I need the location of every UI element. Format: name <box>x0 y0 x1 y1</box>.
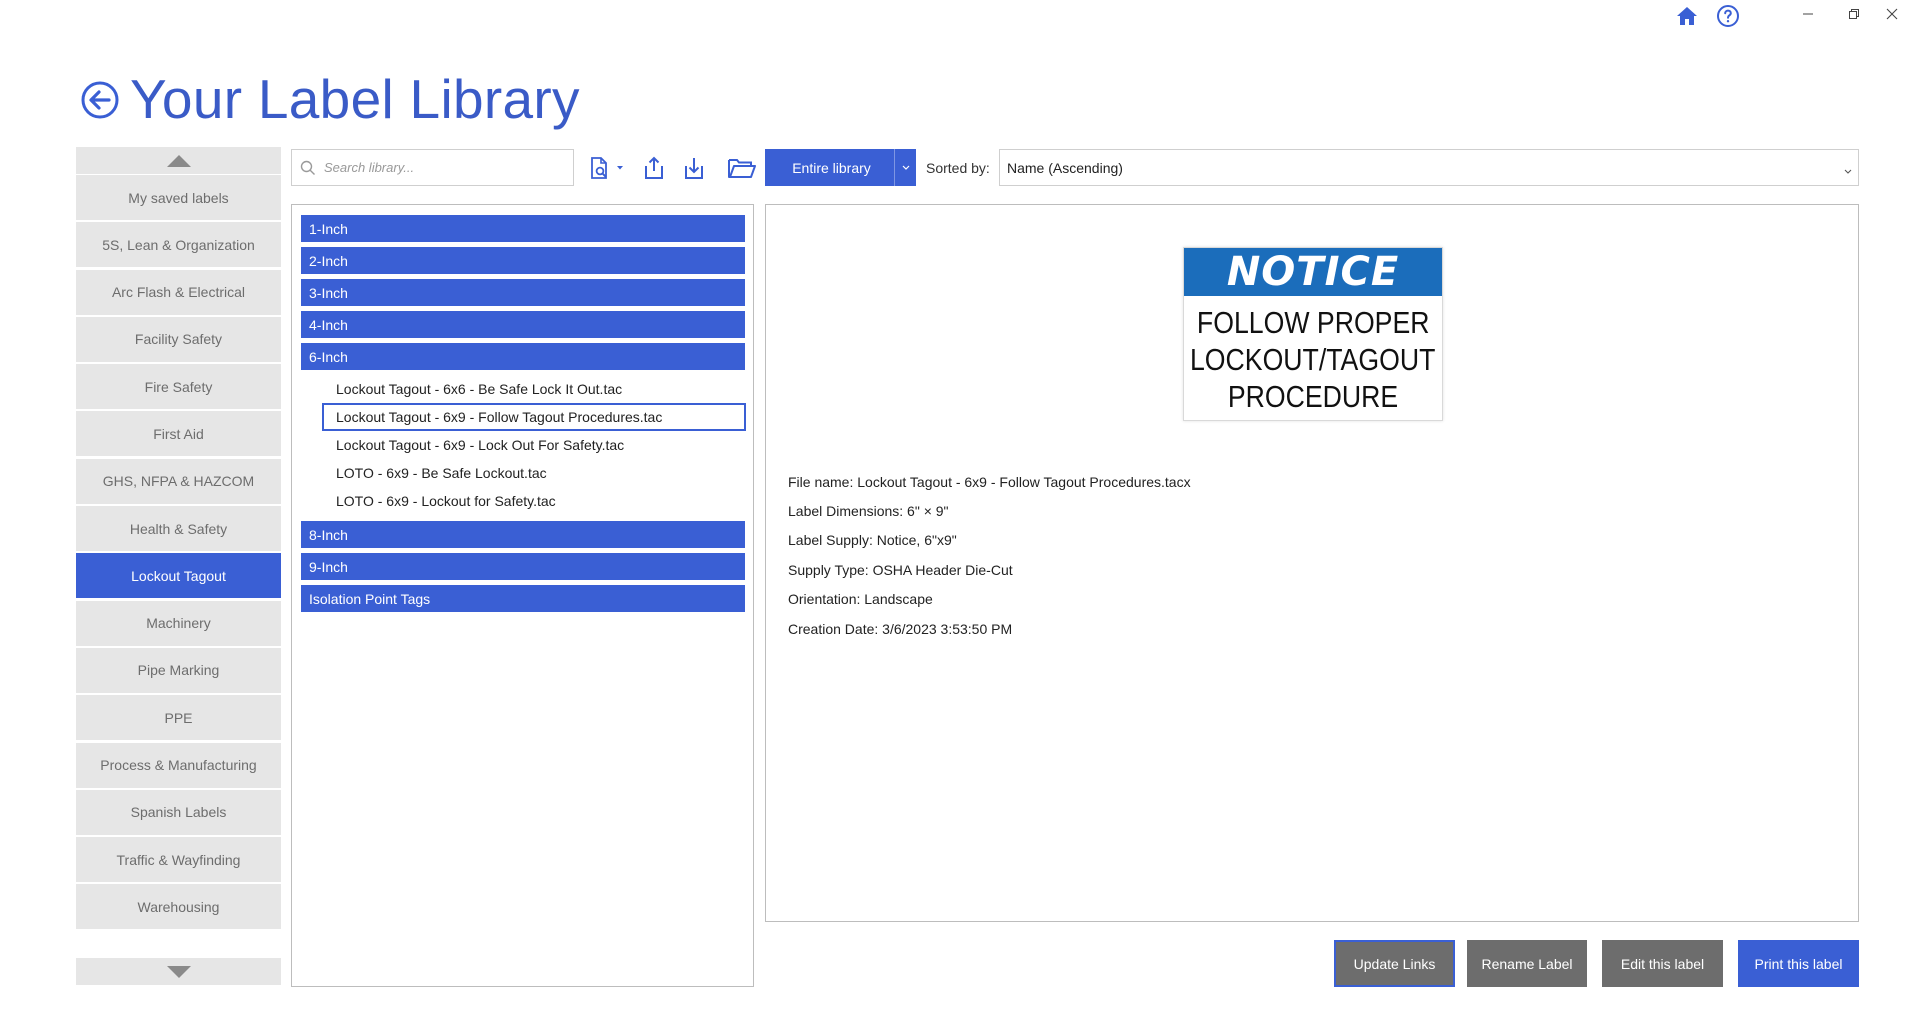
sidebar-item-ppe[interactable]: PPE <box>76 695 281 741</box>
print-label-button[interactable]: Print this label <box>1738 940 1859 987</box>
sidebar-list: My saved labels 5S, Lean & Organization Ar… <box>76 175 281 930</box>
sidebar-scroll-up-button[interactable] <box>76 147 281 174</box>
label-preview: NOTICE FOLLOW PROPER LOCKOUT/TAGOUT PROCED… <box>1183 247 1443 421</box>
restore-button[interactable] <box>1834 0 1874 28</box>
tree-file[interactable]: Lockout Tagout - 6x6 - Be Safe Lock It O… <box>322 375 746 403</box>
sidebar-item-5s-lean-organization[interactable]: 5S, Lean & Organization <box>76 222 281 268</box>
scope-dropdown-label: Entire library <box>792 159 871 176</box>
label-preview-line: LOCKOUT/TAGOUT <box>1190 341 1436 377</box>
sidebar-item-health-safety[interactable]: Health & Safety <box>76 506 281 552</box>
detail-line: File name: Lockout Tagout - 6x9 - Follow… <box>788 473 1191 490</box>
sidebar-item-ghs-nfpa-hazcom[interactable]: GHS, NFPA & HAZCOM <box>76 458 281 504</box>
library-search-button[interactable] <box>586 152 630 184</box>
sidebar-scroll-down-button[interactable] <box>76 958 281 985</box>
sort-select[interactable]: Name (Ascending) <box>999 149 1859 186</box>
tree-file[interactable]: Lockout Tagout - 6x9 - Lock Out For Safe… <box>322 431 746 459</box>
label-preview-header: NOTICE <box>1184 248 1442 296</box>
help-icon[interactable] <box>1714 2 1742 30</box>
detail-line: Creation Date: 3/6/2023 3:53:50 PM <box>788 620 1013 637</box>
scope-dropdown[interactable]: Entire library <box>765 149 916 186</box>
preview-panel: NOTICE FOLLOW PROPER LOCKOUT/TAGOUT PROCED… <box>765 204 1859 922</box>
chevron-down-icon <box>1844 162 1852 178</box>
home-icon[interactable] <box>1673 2 1701 30</box>
sidebar-item-arc-flash-electrical[interactable]: Arc Flash & Electrical <box>76 269 281 315</box>
detail-line: Label Supply: Notice, 6"x9" <box>788 532 957 549</box>
page-header: Your Label Library <box>80 72 580 127</box>
sort-select-value: Name (Ascending) <box>1007 159 1123 176</box>
label-preview-body: FOLLOW PROPER LOCKOUT/TAGOUT PROCEDURE <box>1184 296 1442 420</box>
sidebar-item-fire-safety[interactable]: Fire Safety <box>76 364 281 410</box>
tree-group[interactable]: 1-Inch <box>301 215 745 242</box>
close-button[interactable] <box>1872 0 1912 28</box>
update-links-button[interactable]: Update Links <box>1334 940 1455 987</box>
label-tree: 1-Inch 2-Inch 3-Inch 4-Inch 6-Inch Lockout Ta… <box>291 204 754 987</box>
category-sidebar: My saved labels 5S, Lean & Organization Ar… <box>76 147 281 985</box>
label-details: File name: Lockout Tagout - 6x9 - Follow… <box>788 467 1191 643</box>
import-icon <box>685 158 703 179</box>
sidebar-item-facility-safety[interactable]: Facility Safety <box>76 316 281 362</box>
detail-line: Label Dimensions: 6" × 9" <box>788 503 949 520</box>
tree-group[interactable]: 6-Inch <box>301 343 745 370</box>
tree-group[interactable]: 9-Inch <box>301 553 745 580</box>
folder-open-icon <box>728 159 756 178</box>
tree-file[interactable]: LOTO - 6x9 - Be Safe Lockout.tac <box>322 459 746 487</box>
edit-label-button[interactable]: Edit this label <box>1602 940 1723 987</box>
search-input[interactable] <box>322 159 562 176</box>
tree-file[interactable]: LOTO - 6x9 - Lockout for Safety.tac <box>322 487 746 515</box>
sidebar-item-machinery[interactable]: Machinery <box>76 600 281 646</box>
caret-up-icon <box>166 154 191 167</box>
page-title: Your Label Library <box>130 68 580 130</box>
caret-down-icon <box>166 965 191 978</box>
tree-group-children: Lockout Tagout - 6x6 - Be Safe Lock It O… <box>292 375 753 515</box>
tree-group[interactable]: 4-Inch <box>301 311 745 338</box>
tree-group[interactable]: 2-Inch <box>301 247 745 274</box>
tree-group[interactable]: Isolation Point Tags <box>301 585 745 612</box>
export-button[interactable] <box>638 152 670 184</box>
sidebar-item-first-aid[interactable]: First Aid <box>76 411 281 457</box>
detail-line: Orientation: Landscape <box>788 591 933 608</box>
chevron-down-icon <box>894 149 916 186</box>
open-folder-button[interactable] <box>724 152 760 184</box>
label-preview-line: FOLLOW PROPER <box>1196 304 1430 340</box>
sidebar-item-warehousing[interactable]: Warehousing <box>76 884 281 930</box>
tree-group[interactable]: 3-Inch <box>301 279 745 306</box>
document-search-icon <box>591 157 623 179</box>
search-box[interactable] <box>291 149 574 186</box>
sidebar-item-my-saved-labels[interactable]: My saved labels <box>76 175 281 220</box>
sorted-by-label: Sorted by: <box>926 160 990 176</box>
back-arrow-icon[interactable] <box>80 80 120 120</box>
search-icon <box>300 160 315 175</box>
minimize-button[interactable] <box>1788 0 1828 28</box>
sidebar-item-process-manufacturing[interactable]: Process & Manufacturing <box>76 742 281 788</box>
sidebar-item-pipe-marking[interactable]: Pipe Marking <box>76 647 281 693</box>
tree-group[interactable]: 8-Inch <box>301 521 745 548</box>
import-button[interactable] <box>678 152 710 184</box>
label-preview-line: PROCEDURE <box>1227 378 1399 414</box>
tree-file-selected[interactable]: Lockout Tagout - 6x9 - Follow Tagout Pro… <box>322 403 746 431</box>
sidebar-item-lockout-tagout[interactable]: Lockout Tagout <box>76 553 281 599</box>
sidebar-item-spanish-labels[interactable]: Spanish Labels <box>76 789 281 835</box>
sidebar-item-traffic-wayfinding[interactable]: Traffic & Wayfinding <box>76 837 281 883</box>
detail-line: Supply Type: OSHA Header Die-Cut <box>788 561 1013 578</box>
rename-label-button[interactable]: Rename Label <box>1467 940 1587 987</box>
export-icon <box>645 156 663 179</box>
